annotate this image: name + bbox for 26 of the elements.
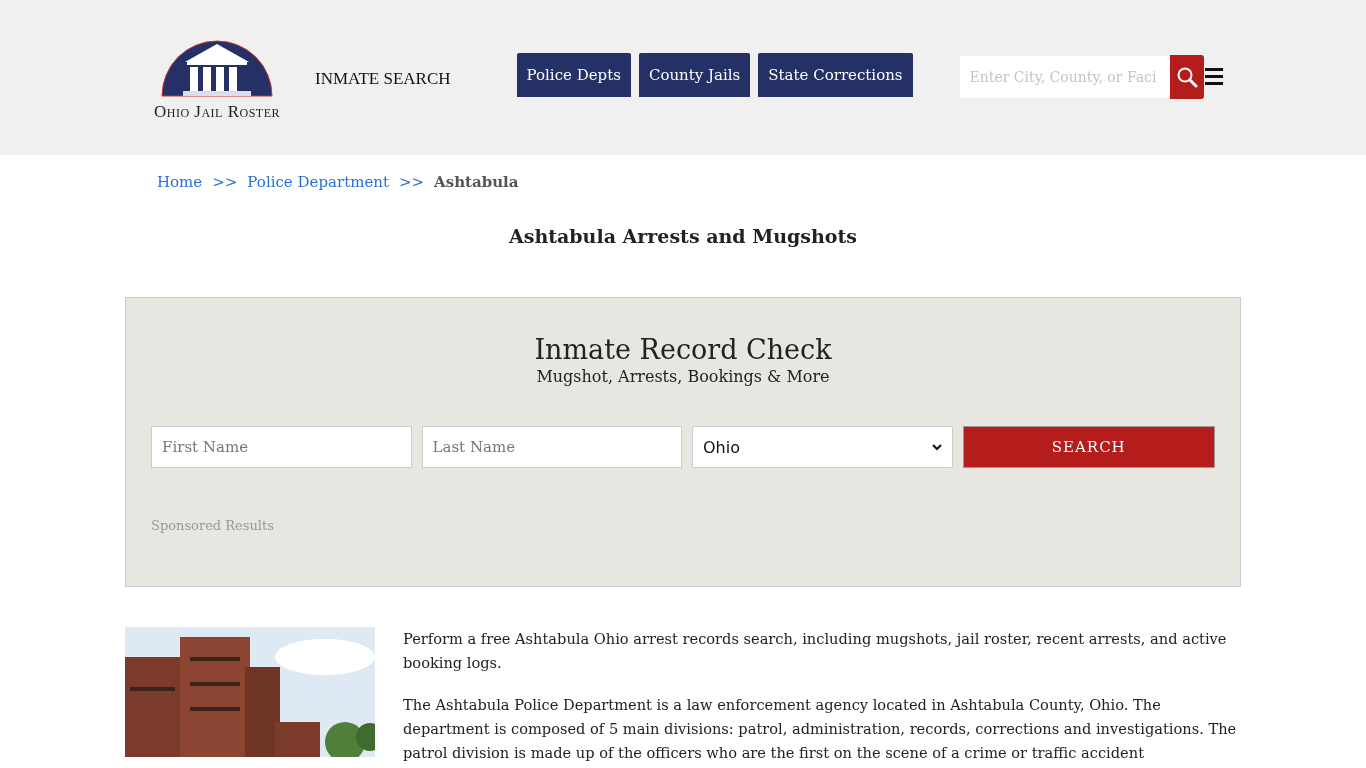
search-button[interactable]: SEARCH [962, 426, 1215, 468]
menu-button[interactable] [1204, 68, 1223, 85]
chevron-icon [931, 443, 942, 451]
breadcrumb-link[interactable]: Home [157, 173, 203, 191]
nav-button[interactable]: Police Depts [516, 53, 631, 97]
menu-icon [1204, 68, 1223, 85]
last-name-field[interactable]: Last Name [421, 426, 682, 468]
logo-text[interactable]: Ohio Jail Roster [153, 101, 281, 122]
search-field[interactable]: Enter City, County, or Faci [959, 55, 1170, 98]
first-name-field[interactable]: First Name [151, 426, 412, 468]
inmate-search-link[interactable]: INMATE SEARCH [315, 68, 451, 89]
breadcrumb-link[interactable]: Police Department [247, 173, 389, 191]
breadcrumb-separator: >> [212, 173, 238, 191]
nav-button[interactable]: County Jails [638, 53, 751, 97]
panel-title: Inmate Record Check [533, 334, 833, 365]
nav-button[interactable]: State Corrections [758, 53, 913, 97]
state-dropdown[interactable]: Ohio [692, 426, 953, 468]
sponsored-label: Sponsored Results [151, 518, 275, 533]
search-button[interactable] [1169, 54, 1204, 99]
paragraph: Perform a free Ashtabula Ohio arrest records search, including mugshots, jail roster, recent arrests, and active booking logs. [403, 629, 1228, 673]
panel-subtitle: Mugshot, Arrests, Bookings & More [535, 367, 831, 386]
paragraph: The Ashtabula Police Department is a law enforcement agency located in Ashtabula County, Ohio. The department is composed of 5 main divisions: patrol, administration, records, corrections and investigations. The patrol division is made up of the officers who are the first on the scene of a crime or traffic accident [403, 695, 1238, 763]
breadcrumb-separator: >> [398, 173, 425, 191]
page-title: Ashtabula Arrests and Mugshots [507, 225, 858, 247]
breadcrumb-current: Ashtabula [434, 173, 519, 191]
search-icon [1175, 65, 1198, 88]
